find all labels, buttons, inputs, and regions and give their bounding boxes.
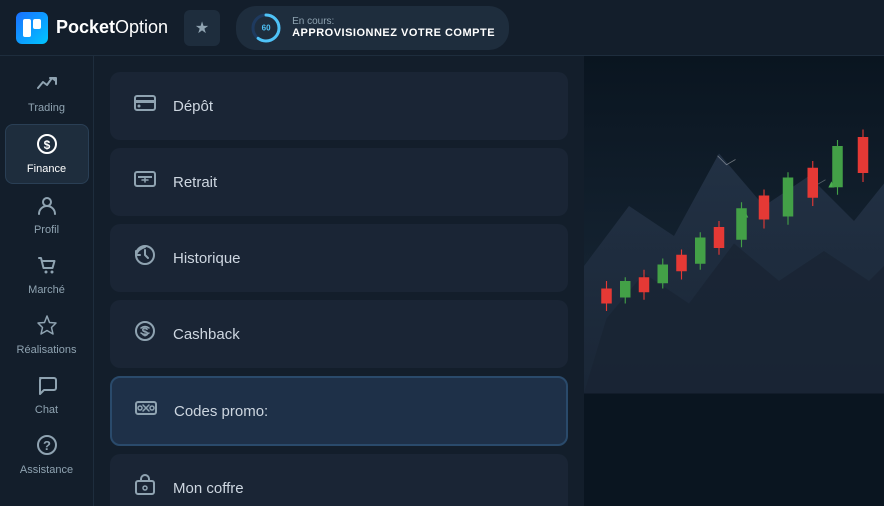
sidebar-label-marche: Marché — [28, 284, 65, 296]
menu-item-cashback[interactable]: $ Cashback — [110, 300, 568, 368]
sidebar-label-finance: Finance — [27, 163, 66, 175]
depot-label: Dépôt — [173, 98, 213, 115]
finance-icon: $ — [36, 133, 58, 159]
candlestick-chart: ▲ ▲ — [584, 56, 884, 394]
progress-circle: 60 — [250, 12, 282, 44]
trading-icon — [36, 72, 58, 98]
sidebar-item-assistance[interactable]: ? Assistance — [5, 426, 89, 484]
menu-item-codes-promo[interactable]: Codes promo: — [110, 376, 568, 446]
menu-item-mon-coffre[interactable]: Mon coffre — [110, 454, 568, 506]
finance-panel: Dépôt Retrait — [94, 56, 584, 506]
header: PocketOption ★ 60 En cours: APPROVISIONN… — [0, 0, 884, 56]
content-area: Dépôt Retrait — [94, 56, 884, 506]
codes-promo-icon — [132, 396, 160, 426]
assistance-icon: ? — [36, 434, 58, 460]
mon-coffre-icon — [131, 473, 159, 503]
depot-icon — [131, 91, 159, 121]
retrait-icon — [131, 167, 159, 197]
sidebar-item-marche[interactable]: Marché — [5, 246, 89, 304]
sidebar-item-trading[interactable]: Trading — [5, 64, 89, 122]
sidebar-label-assistance: Assistance — [20, 464, 73, 476]
sidebar-label-chat: Chat — [35, 404, 58, 416]
marche-icon — [36, 254, 58, 280]
menu-item-depot[interactable]: Dépôt — [110, 72, 568, 140]
progress-badge[interactable]: 60 En cours: APPROVISIONNEZ VOTRE COMPTE — [236, 6, 509, 50]
star-icon: ★ — [195, 18, 209, 38]
logo-icon — [16, 12, 48, 44]
cashback-icon: $ — [131, 319, 159, 349]
main-layout: Trading $ Finance Profil — [0, 56, 884, 506]
chart-area: ▲ ▲ — [584, 56, 884, 506]
mon-coffre-label: Mon coffre — [173, 480, 244, 497]
retrait-label: Retrait — [173, 174, 217, 191]
sidebar-item-profil[interactable]: Profil — [5, 186, 89, 244]
profil-icon — [36, 194, 58, 220]
historique-label: Historique — [173, 250, 241, 267]
sidebar-label-trading: Trading — [28, 102, 65, 114]
star-button[interactable]: ★ — [184, 10, 220, 46]
progress-label-bottom: APPROVISIONNEZ VOTRE COMPTE — [292, 27, 495, 39]
codes-promo-label: Codes promo: — [174, 403, 268, 420]
svg-text:$: $ — [43, 138, 50, 152]
cashback-label: Cashback — [173, 326, 240, 343]
sidebar-item-finance[interactable]: $ Finance — [5, 124, 89, 184]
progress-label: En cours: APPROVISIONNEZ VOTRE COMPTE — [292, 16, 495, 39]
svg-text:?: ? — [43, 438, 51, 453]
sidebar-label-realisations: Réalisations — [17, 344, 77, 356]
historique-icon — [131, 243, 159, 273]
sidebar-item-chat[interactable]: Chat — [5, 366, 89, 424]
sidebar-item-realisations[interactable]: Réalisations — [5, 306, 89, 364]
menu-item-historique[interactable]: Historique — [110, 224, 568, 292]
sidebar: Trading $ Finance Profil — [0, 56, 94, 506]
logo-area: PocketOption — [16, 12, 168, 44]
progress-label-top: En cours: — [292, 16, 495, 27]
progress-percent: 60 — [262, 23, 271, 32]
logo-text: PocketOption — [56, 17, 168, 38]
menu-item-retrait[interactable]: Retrait — [110, 148, 568, 216]
realisations-icon — [36, 314, 58, 340]
chat-icon — [36, 374, 58, 400]
sidebar-label-profil: Profil — [34, 224, 59, 236]
